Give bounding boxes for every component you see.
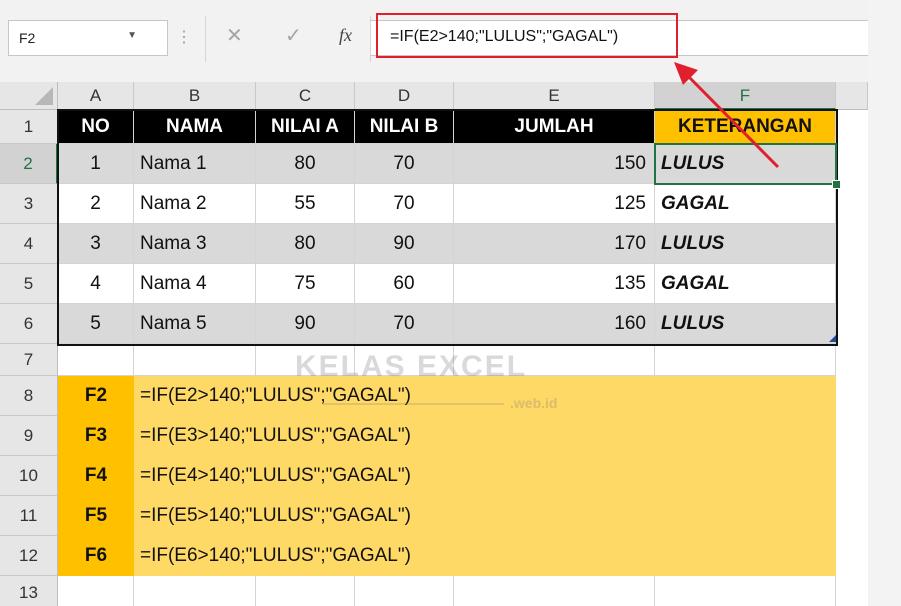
table-cell-jumlah[interactable]: 160 [454, 304, 655, 344]
table-cell-nilai-a[interactable]: 75 [256, 264, 355, 304]
table-cell-jumlah[interactable]: 135 [454, 264, 655, 304]
table-cell-jumlah[interactable]: 150 [454, 144, 655, 184]
watermark-sub: .web.id [510, 395, 558, 411]
table-cell-nilai-b[interactable]: 70 [355, 184, 454, 224]
row-header-3[interactable]: 3 [0, 184, 58, 224]
table-cell-no[interactable]: 1 [58, 144, 134, 184]
divider [205, 16, 206, 62]
row-header-6[interactable]: 6 [0, 304, 58, 344]
table-cell-keterangan[interactable]: LULUS [655, 304, 836, 344]
table-cell-jumlah[interactable]: 125 [454, 184, 655, 224]
table-cell-keterangan[interactable]: LULUS [655, 144, 836, 184]
right-panel [868, 0, 901, 606]
header-cell-keterangan[interactable]: KETERANGAN [655, 110, 836, 144]
table-cell-nama[interactable]: Nama 5 [134, 304, 256, 344]
column-header-d[interactable]: D [355, 82, 454, 110]
row-header-8[interactable]: 8 [0, 376, 58, 416]
spreadsheet-grid: A B C D E F 1 2 3 4 5 6 7 8 9 10 11 12 1… [0, 82, 868, 606]
excel-window: F2 ▼ ⋮ ✕ ✓ fx =IF(E2>140;"LULUS";"GAGAL"… [0, 0, 868, 606]
empty-cell[interactable] [134, 576, 256, 606]
drag-handle-icon[interactable]: ⋮ [176, 27, 192, 47]
table-cell-no[interactable]: 4 [58, 264, 134, 304]
formula-cell-ref[interactable]: F4 [58, 456, 134, 496]
row-header-4[interactable]: 4 [0, 224, 58, 264]
formula-cell-text[interactable]: =IF(E3>140;"LULUS";"GAGAL") [134, 416, 836, 456]
chevron-down-icon[interactable]: ▼ [127, 30, 137, 41]
column-header-c[interactable]: C [256, 82, 355, 110]
table-cell-nilai-a[interactable]: 80 [256, 144, 355, 184]
cancel-icon[interactable]: ✕ [226, 23, 243, 48]
column-header-b[interactable]: B [134, 82, 256, 110]
empty-cell[interactable] [355, 576, 454, 606]
row-header-5[interactable]: 5 [0, 264, 58, 304]
formula-cell-ref[interactable]: F3 [58, 416, 134, 456]
row-header-1[interactable]: 1 [0, 110, 58, 144]
table-cell-nama[interactable]: Nama 3 [134, 224, 256, 264]
empty-cell[interactable] [454, 576, 655, 606]
table-cell-no[interactable]: 2 [58, 184, 134, 224]
table-cell-nilai-b[interactable]: 70 [355, 144, 454, 184]
formula-cell-ref[interactable]: F6 [58, 536, 134, 576]
empty-cell[interactable] [58, 576, 134, 606]
column-header-a[interactable]: A [58, 82, 134, 110]
formula-cell-ref[interactable]: F2 [58, 376, 134, 416]
header-cell-nilai-a[interactable]: NILAI A [256, 110, 355, 144]
table-cell-nama[interactable]: Nama 2 [134, 184, 256, 224]
table-cell-no[interactable]: 3 [58, 224, 134, 264]
watermark-logo: KELAS EXCEL [295, 350, 528, 383]
table-cell-nilai-b[interactable]: 90 [355, 224, 454, 264]
name-box-value: F2 [19, 30, 36, 46]
table-cell-no[interactable]: 5 [58, 304, 134, 344]
row-header-9[interactable]: 9 [0, 416, 58, 456]
table-cell-nilai-a[interactable]: 80 [256, 224, 355, 264]
watermark-line [322, 403, 504, 405]
fx-icon[interactable]: fx [339, 25, 352, 46]
table-cell-keterangan[interactable]: LULUS [655, 224, 836, 264]
formula-cell-text[interactable]: =IF(E6>140;"LULUS";"GAGAL") [134, 536, 836, 576]
table-cell-nilai-a[interactable]: 55 [256, 184, 355, 224]
formula-highlight-box [376, 13, 678, 58]
header-cell-nama[interactable]: NAMA [134, 110, 256, 144]
formula-bar: F2 ▼ ⋮ ✕ ✓ fx =IF(E2>140;"LULUS";"GAGAL"… [0, 0, 868, 82]
table-cell-jumlah[interactable]: 170 [454, 224, 655, 264]
header-cell-no[interactable]: NO [58, 110, 134, 144]
column-header-g[interactable] [836, 82, 868, 110]
table-resize-mark[interactable] [829, 335, 836, 342]
row-header-12[interactable]: 12 [0, 536, 58, 576]
select-all-corner[interactable] [0, 82, 58, 110]
formula-cell-text[interactable]: =IF(E5>140;"LULUS";"GAGAL") [134, 496, 836, 536]
row-header-2[interactable]: 2 [0, 144, 58, 184]
table-cell-nilai-a[interactable]: 90 [256, 304, 355, 344]
select-all-icon [35, 87, 53, 105]
empty-cell[interactable] [655, 344, 836, 376]
formula-cell-ref[interactable]: F5 [58, 496, 134, 536]
table-cell-keterangan[interactable]: GAGAL [655, 264, 836, 304]
table-cell-nama[interactable]: Nama 4 [134, 264, 256, 304]
empty-cell[interactable] [256, 576, 355, 606]
row-header-7[interactable]: 7 [0, 344, 58, 376]
header-cell-nilai-b[interactable]: NILAI B [355, 110, 454, 144]
column-header-f[interactable]: F [655, 82, 836, 110]
formula-cell-text[interactable]: =IF(E4>140;"LULUS";"GAGAL") [134, 456, 836, 496]
empty-cell[interactable] [58, 344, 134, 376]
empty-cell[interactable] [655, 576, 836, 606]
row-header-11[interactable]: 11 [0, 496, 58, 536]
row-header-13[interactable]: 13 [0, 576, 58, 606]
name-box[interactable]: F2 ▼ [8, 20, 168, 56]
empty-cell[interactable] [134, 344, 256, 376]
table-cell-nilai-b[interactable]: 70 [355, 304, 454, 344]
header-cell-jumlah[interactable]: JUMLAH [454, 110, 655, 144]
column-header-e[interactable]: E [454, 82, 655, 110]
fill-handle[interactable] [832, 180, 841, 189]
row-header-10[interactable]: 10 [0, 456, 58, 496]
enter-icon[interactable]: ✓ [285, 23, 302, 48]
table-cell-nilai-b[interactable]: 60 [355, 264, 454, 304]
table-cell-keterangan[interactable]: GAGAL [655, 184, 836, 224]
table-cell-nama[interactable]: Nama 1 [134, 144, 256, 184]
